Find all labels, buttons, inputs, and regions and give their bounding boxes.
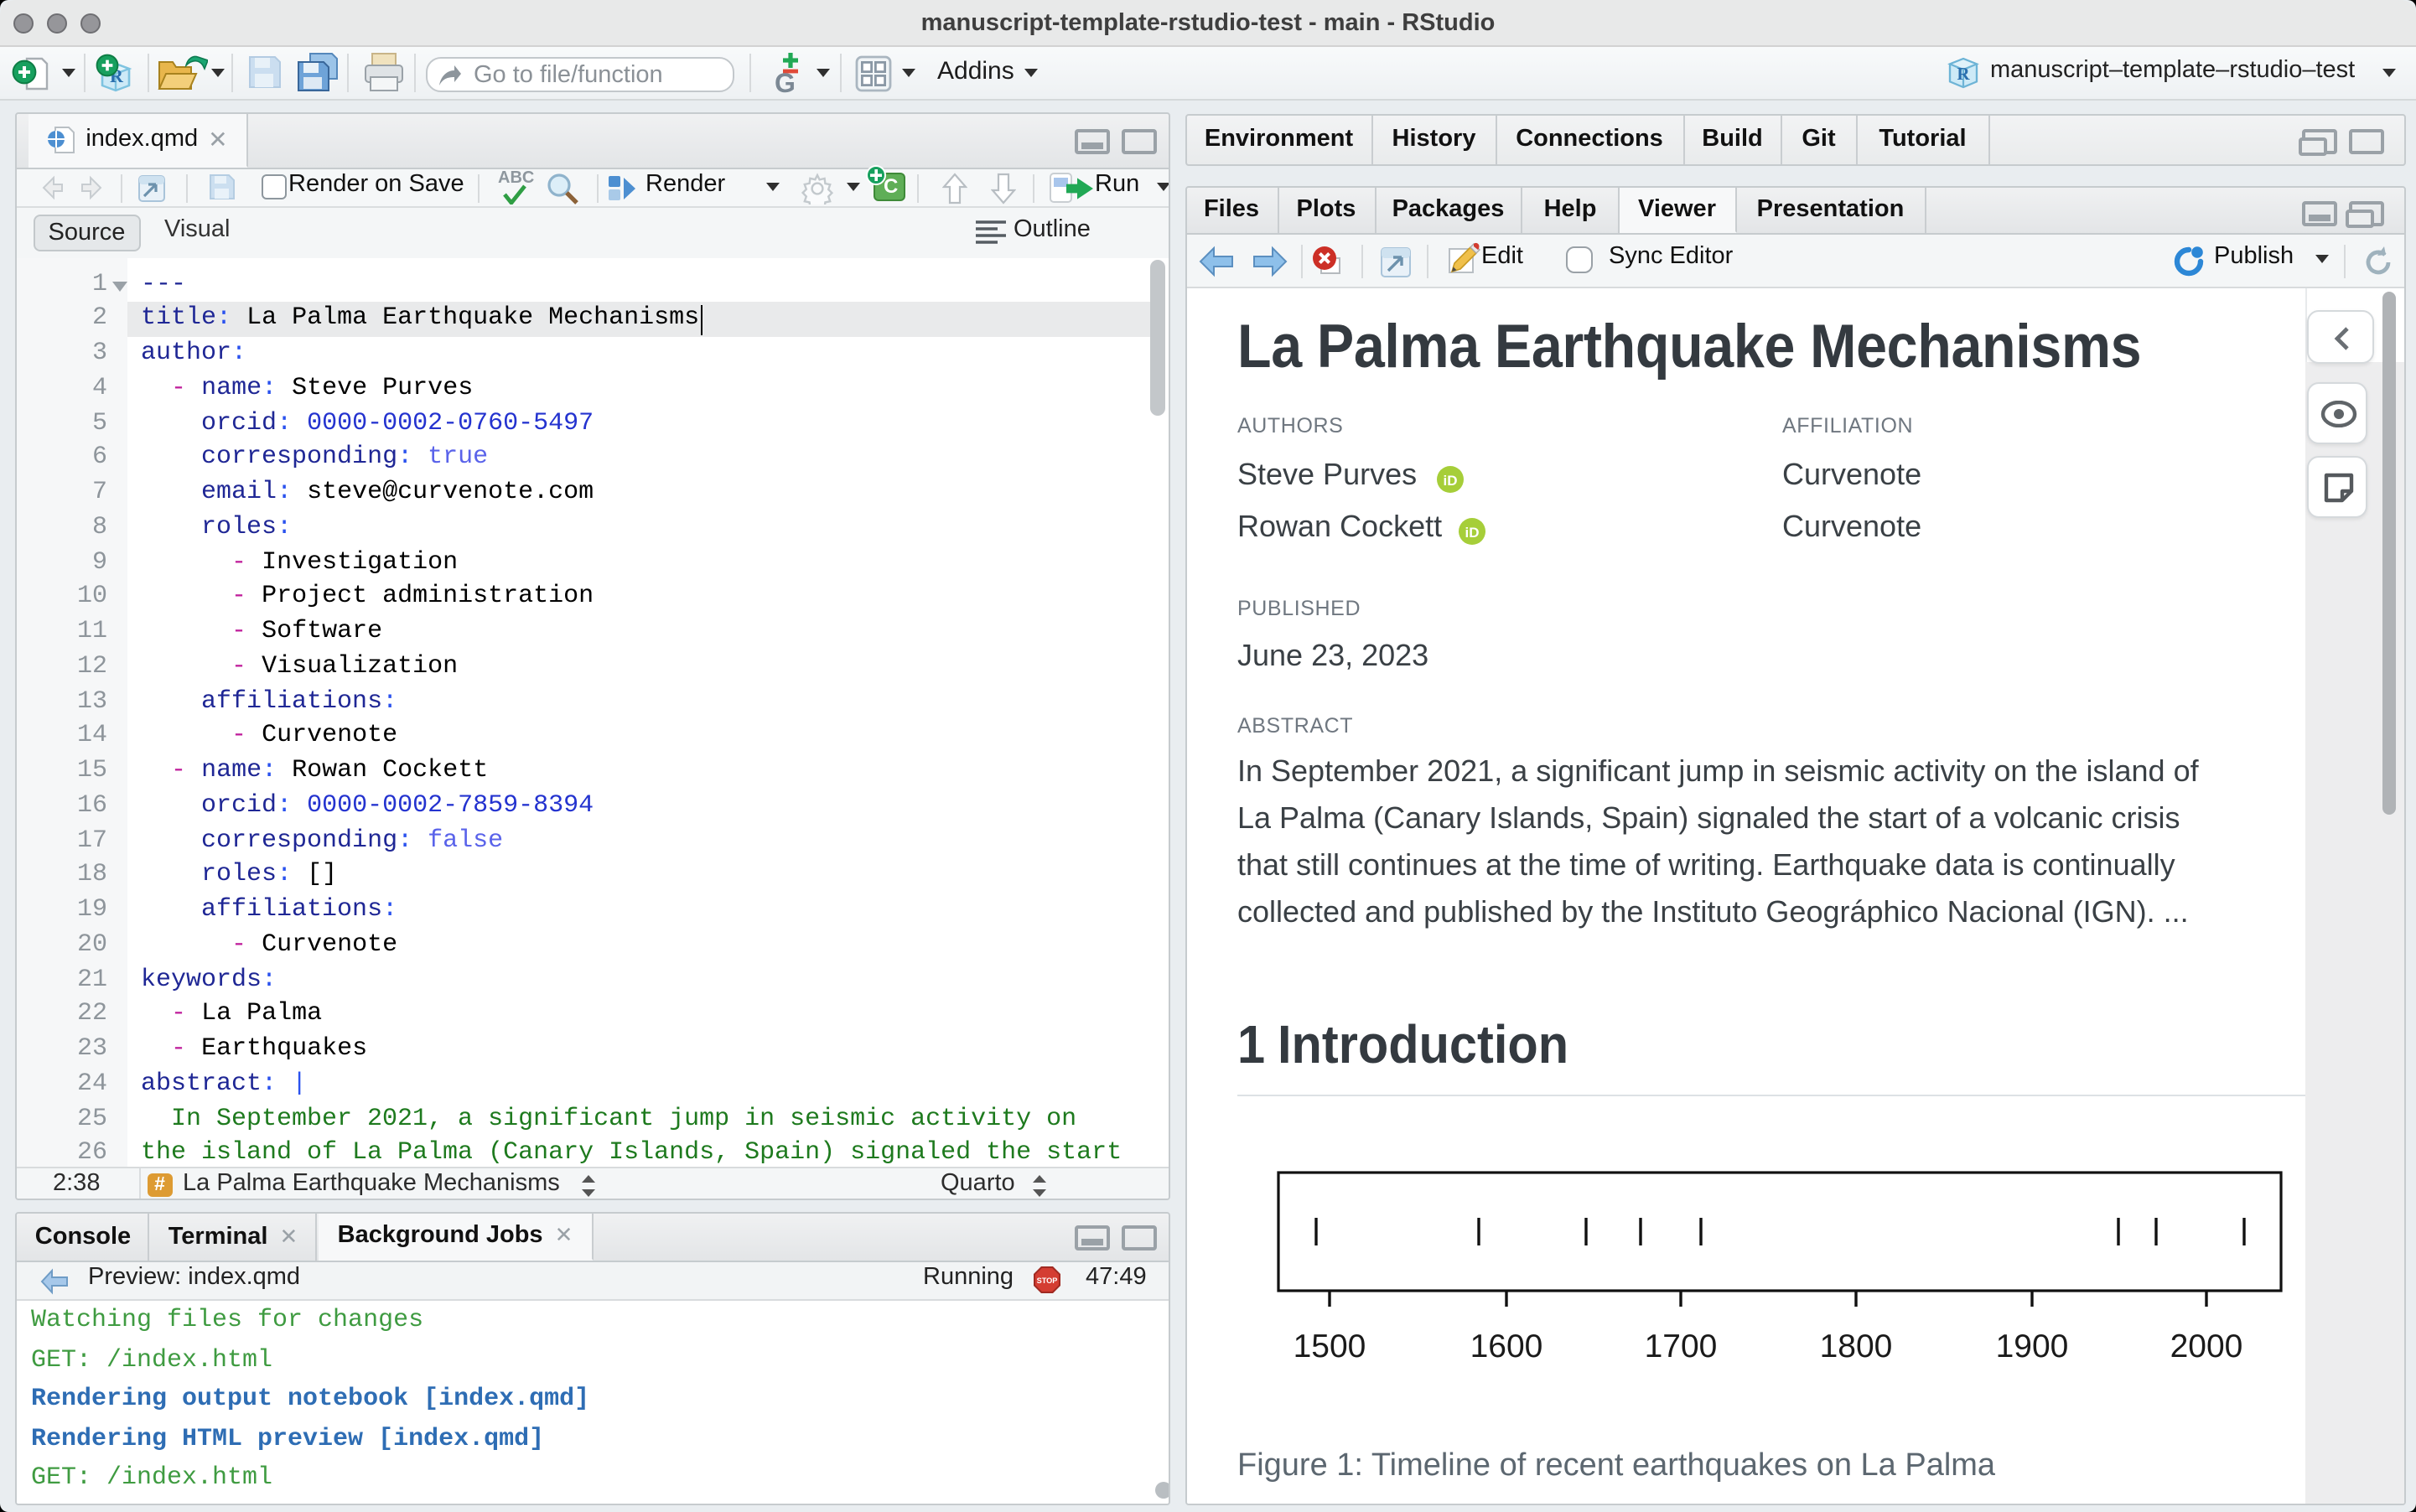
svg-text:iD: iD bbox=[1444, 473, 1458, 489]
svg-text:1900: 1900 bbox=[1995, 1328, 2068, 1364]
svg-text:1800: 1800 bbox=[1819, 1328, 1892, 1364]
svg-text:STOP: STOP bbox=[1037, 1276, 1058, 1285]
svg-text:1500: 1500 bbox=[1293, 1328, 1366, 1364]
svg-text:1600: 1600 bbox=[1470, 1328, 1542, 1364]
svg-text:iD: iD bbox=[1465, 525, 1479, 541]
svg-text:G: G bbox=[775, 68, 796, 94]
svg-text:2000: 2000 bbox=[2170, 1328, 2242, 1364]
svg-text:1700: 1700 bbox=[1644, 1328, 1717, 1364]
svg-text:R: R bbox=[1957, 64, 1970, 84]
